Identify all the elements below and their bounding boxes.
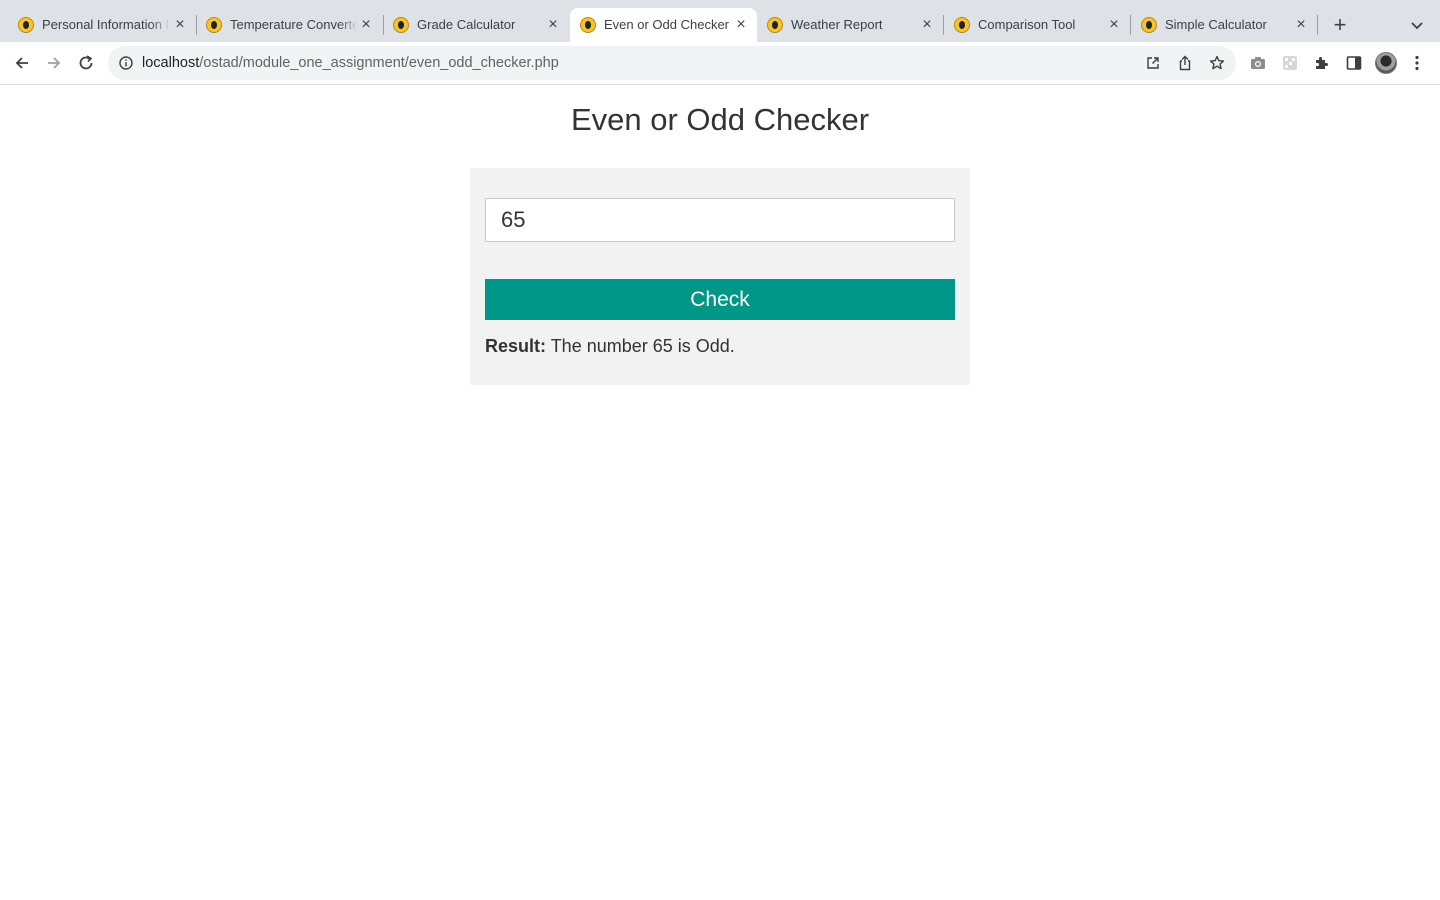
tab-title: Weather Report: [791, 17, 883, 32]
close-icon[interactable]: ×: [733, 17, 749, 33]
site-favicon-icon: [767, 17, 783, 33]
close-icon[interactable]: ×: [172, 17, 188, 33]
number-input[interactable]: [485, 198, 955, 242]
checker-form-card: Check Result: The number 65 is Odd.: [470, 168, 970, 385]
tab-title: Simple Calculator: [1165, 17, 1267, 32]
tab-grade-calculator[interactable]: Grade Calculator ×: [383, 8, 569, 42]
new-tab-plus-icon[interactable]: +: [1328, 13, 1352, 37]
close-icon[interactable]: ×: [1106, 17, 1122, 33]
share-icon[interactable]: [1177, 55, 1193, 71]
browser-toolbar: localhost/ostad/module_one_assignment/ev…: [0, 42, 1440, 85]
profile-avatar[interactable]: [1375, 52, 1397, 74]
site-favicon-icon: [18, 17, 34, 33]
tab-title: Comparison Tool: [978, 17, 1076, 32]
tab-weather-report[interactable]: Weather Report ×: [757, 8, 943, 42]
tab-strip: Personal Information Form × Temperature …: [0, 0, 1440, 42]
site-favicon-icon: [393, 17, 409, 33]
tab-simple-calculator[interactable]: Simple Calculator ×: [1131, 8, 1317, 42]
site-info-icon[interactable]: [119, 56, 133, 70]
tab-even-or-odd-checker[interactable]: Even or Odd Checker ×: [570, 8, 757, 42]
result-label: Result:: [485, 336, 547, 356]
tab-separator: [1317, 15, 1318, 35]
forward-arrow-icon[interactable]: [41, 50, 67, 76]
site-favicon-icon: [954, 17, 970, 33]
extension-grid-icon[interactable]: [1281, 54, 1299, 72]
site-favicon-icon: [1141, 17, 1157, 33]
tab-title: Temperature Converter: [230, 17, 358, 32]
close-icon[interactable]: ×: [545, 17, 561, 33]
result-value: The number 65 is Odd.: [546, 336, 735, 356]
url-text: localhost/ostad/module_one_assignment/ev…: [142, 55, 559, 71]
reload-icon[interactable]: [73, 50, 99, 76]
page-title: Even or Odd Checker: [570, 102, 870, 137]
result-text: Result: The number 65 is Odd.: [485, 335, 735, 357]
address-bar[interactable]: localhost/ostad/module_one_assignment/ev…: [108, 46, 1236, 80]
tab-personal-information[interactable]: Personal Information Form ×: [8, 8, 196, 42]
tab-title: Grade Calculator: [417, 17, 516, 32]
tab-title: Personal Information Form: [42, 17, 170, 32]
open-in-new-window-icon[interactable]: [1145, 55, 1161, 71]
site-favicon-icon: [206, 17, 222, 33]
bookmark-star-icon[interactable]: [1209, 55, 1225, 71]
back-arrow-icon[interactable]: [9, 50, 35, 76]
menu-kebab-icon[interactable]: [1408, 54, 1426, 72]
tab-search-chevron-down-icon[interactable]: [1406, 14, 1428, 36]
camera-icon[interactable]: [1249, 54, 1267, 72]
check-button[interactable]: Check: [485, 279, 955, 320]
close-icon[interactable]: ×: [919, 17, 935, 33]
site-favicon-icon: [580, 17, 596, 33]
url-host: localhost: [142, 55, 200, 71]
url-path: /ostad/module_one_assignment/even_odd_ch…: [199, 55, 559, 71]
tab-title: Even or Odd Checker: [604, 17, 730, 32]
side-panel-icon[interactable]: [1345, 54, 1363, 72]
tab-comparison-tool[interactable]: Comparison Tool ×: [944, 8, 1130, 42]
extensions-puzzle-icon[interactable]: [1313, 54, 1331, 72]
close-icon[interactable]: ×: [358, 17, 374, 33]
tab-temperature-converter[interactable]: Temperature Converter ×: [196, 8, 382, 42]
close-icon[interactable]: ×: [1293, 17, 1309, 33]
